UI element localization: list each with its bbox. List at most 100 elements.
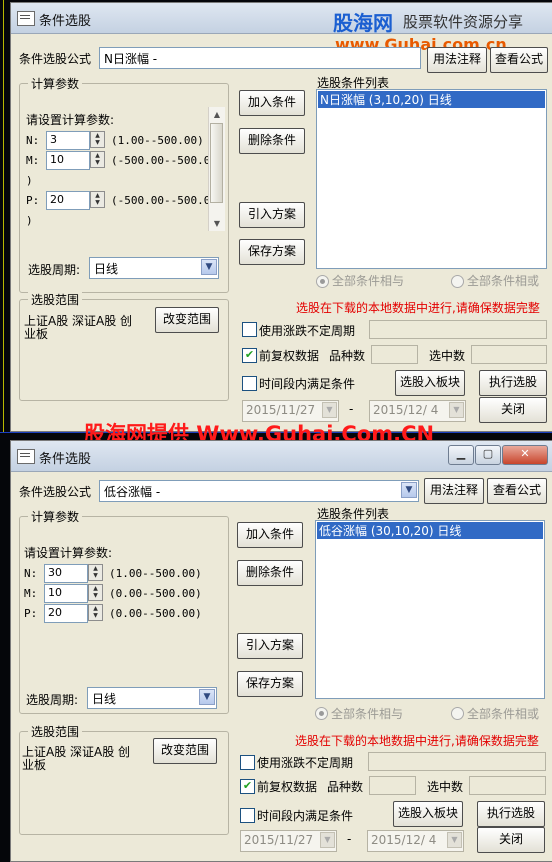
radio-and-label: 全部条件相与 xyxy=(331,707,404,721)
uncertain-period-checkbox[interactable] xyxy=(240,755,255,770)
list-item[interactable]: N日涨幅 (3,10,20) 日线 xyxy=(318,91,545,108)
date-separator: - xyxy=(347,832,352,846)
condition-list[interactable]: N日涨幅 (3,10,20) 日线 xyxy=(316,89,547,269)
uncertain-period-label: 使用涨跌不定周期 xyxy=(259,324,356,338)
param-m-input[interactable]: 10 ▲ ▼ xyxy=(44,584,103,603)
add-condition-button[interactable]: 加入条件 xyxy=(239,90,305,116)
save-plan-button[interactable]: 保存方案 xyxy=(239,239,305,265)
param-n-range: (1.00--500.00) xyxy=(111,134,204,147)
close-button[interactable]: 关闭 xyxy=(477,827,545,853)
close-icon[interactable]: ✕ xyxy=(502,445,548,465)
formula-label: 条件选股公式 xyxy=(19,485,92,499)
selected-count-field xyxy=(471,345,547,364)
param-p-input[interactable]: 20 ▲ ▼ xyxy=(46,191,105,210)
app-icon xyxy=(17,449,35,464)
scroll-thumb[interactable] xyxy=(210,123,223,203)
radio-or[interactable] xyxy=(451,275,464,288)
chevron-down-icon[interactable]: ▼ xyxy=(401,482,417,498)
radio-and[interactable] xyxy=(315,707,328,720)
spin-arrows-icon[interactable]: ▲ ▼ xyxy=(90,151,105,168)
radio-and-label: 全部条件相与 xyxy=(332,274,405,288)
list-item[interactable]: 低谷涨幅 (30,10,20) 日线 xyxy=(317,522,543,539)
variety-count-label: 品种数 xyxy=(327,780,364,794)
formula-select[interactable]: N日涨幅 - xyxy=(99,47,421,69)
adjust-data-checkbox[interactable]: ✔ xyxy=(242,348,257,363)
add-condition-button[interactable]: 加入条件 xyxy=(237,522,303,548)
selected-count-field xyxy=(469,776,546,795)
param-p-label: P: xyxy=(26,194,40,207)
stock-screener-window-2: 条件选股 ▁ ▢ ✕ 条件选股公式 低谷涨幅 - ▼ 用法注释 查看公式 计算参… xyxy=(10,440,552,862)
param-m-input[interactable]: 10 ▲ ▼ xyxy=(46,151,105,170)
param-n-label: N: xyxy=(24,567,38,580)
chevron-down-icon[interactable]: ▼ xyxy=(449,402,464,418)
spin-arrows-icon[interactable]: ▲ ▼ xyxy=(90,131,105,148)
param-m-range: (0.00--500.00) xyxy=(109,587,202,600)
period-select[interactable]: 日线 ▼ xyxy=(87,687,217,709)
view-formula-button[interactable]: 查看公式 xyxy=(490,47,548,73)
period-condition-checkbox[interactable] xyxy=(242,376,257,391)
date-from-picker[interactable]: 2015/11/27 ▼ xyxy=(240,830,337,852)
change-range-button[interactable]: 改变范围 xyxy=(155,307,219,333)
import-plan-button[interactable]: 引入方案 xyxy=(239,202,305,228)
data-warning: 选股在下载的本地数据中进行,请确保数据完整 xyxy=(296,301,540,315)
chevron-down-icon[interactable]: ▼ xyxy=(320,832,335,848)
chevron-down-icon[interactable]: ▼ xyxy=(201,259,217,275)
app-icon xyxy=(17,11,35,26)
param-n-label: N: xyxy=(26,134,40,147)
delete-condition-button[interactable]: 删除条件 xyxy=(239,128,305,154)
param-p-input[interactable]: 20 ▲ ▼ xyxy=(44,604,103,623)
stock-screener-window: 条件选股 股海网 股票软件资源分享 www.Guhai.com.cn 条件选股公… xyxy=(10,2,552,432)
chevron-down-icon[interactable]: ▼ xyxy=(447,832,462,848)
chart-background-line xyxy=(3,0,4,432)
close-button[interactable]: 关闭 xyxy=(479,397,547,423)
period-select[interactable]: 日线 ▼ xyxy=(89,257,219,279)
uncertain-period-checkbox[interactable] xyxy=(242,322,257,337)
period-label: 选股周期: xyxy=(26,693,79,707)
params-scrollbar[interactable]: ▲ ▼ xyxy=(208,107,225,231)
param-n-input[interactable]: 30 ▲ ▼ xyxy=(44,564,103,583)
import-plan-button[interactable]: 引入方案 xyxy=(237,633,303,659)
adjust-data-checkbox[interactable]: ✔ xyxy=(240,779,255,794)
period-condition-checkbox[interactable] xyxy=(240,808,255,823)
usage-notes-button[interactable]: 用法注释 xyxy=(427,47,487,73)
selected-count-label: 选中数 xyxy=(429,349,466,363)
add-to-block-button[interactable]: 选股入板块 xyxy=(395,370,465,396)
change-range-button[interactable]: 改变范围 xyxy=(153,738,217,764)
spin-arrows-icon[interactable]: ▲ ▼ xyxy=(90,191,105,208)
run-selection-button[interactable]: 执行选股 xyxy=(477,801,545,827)
minimize-icon[interactable]: ▁ xyxy=(448,445,474,465)
usage-notes-button[interactable]: 用法注释 xyxy=(424,478,484,504)
view-formula-button[interactable]: 查看公式 xyxy=(487,478,547,504)
param-n-input[interactable]: 3 ▲ ▼ xyxy=(46,131,105,150)
condition-list[interactable]: 低谷涨幅 (30,10,20) 日线 xyxy=(315,520,545,699)
spin-arrows-icon[interactable]: ▲ ▼ xyxy=(88,604,103,621)
data-warning: 选股在下载的本地数据中进行,请确保数据完整 xyxy=(295,734,539,748)
radio-or[interactable] xyxy=(451,707,464,720)
chevron-down-icon[interactable]: ▼ xyxy=(199,689,215,705)
scroll-down-icon[interactable]: ▼ xyxy=(209,216,225,231)
watermark-logo: 股海网 xyxy=(333,11,393,35)
uncertain-period-label: 使用涨跌不定周期 xyxy=(257,756,354,770)
variety-count-field xyxy=(369,776,416,795)
param-p-range-wrap: ) xyxy=(26,214,33,227)
param-m-label: M: xyxy=(24,587,38,600)
spin-arrows-icon[interactable]: ▲ ▼ xyxy=(88,584,103,601)
period-condition-label: 时间段内满足条件 xyxy=(257,809,354,823)
adjust-data-label: 前复权数据 xyxy=(257,780,318,794)
params-prompt: 请设置计算参数: xyxy=(26,113,115,127)
chevron-down-icon[interactable]: ▼ xyxy=(322,402,337,418)
date-separator: - xyxy=(349,402,354,416)
formula-select[interactable]: 低谷涨幅 - ▼ xyxy=(99,480,419,502)
scroll-up-icon[interactable]: ▲ xyxy=(209,107,225,122)
date-to-picker[interactable]: 2015/12/ 4 ▼ xyxy=(367,830,464,852)
maximize-icon[interactable]: ▢ xyxy=(475,445,501,465)
run-selection-button[interactable]: 执行选股 xyxy=(479,370,547,396)
delete-condition-button[interactable]: 删除条件 xyxy=(237,560,303,586)
spin-arrows-icon[interactable]: ▲ ▼ xyxy=(88,564,103,581)
save-plan-button[interactable]: 保存方案 xyxy=(237,671,303,697)
radio-and[interactable] xyxy=(316,275,329,288)
param-p-range: (-500.00--500.00 xyxy=(111,194,217,207)
add-to-block-button[interactable]: 选股入板块 xyxy=(393,801,463,827)
radio-or-label: 全部条件相或 xyxy=(467,707,540,721)
variety-count-label: 品种数 xyxy=(329,349,366,363)
